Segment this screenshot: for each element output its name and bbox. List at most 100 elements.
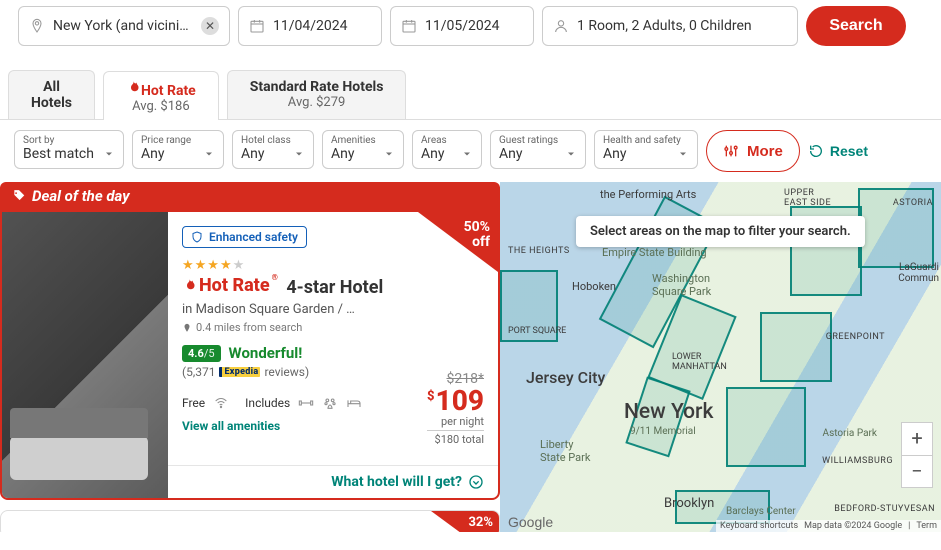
map-label: the Performing Arts [600, 188, 696, 201]
total-price: $180 total [427, 430, 484, 446]
map-terms-link[interactable]: Term [916, 521, 937, 531]
rate-tabs: All Hotels Hot Rate Avg. $186 Standard R… [0, 52, 941, 120]
rating-row: 4.6/5 Wonderful! [182, 344, 484, 362]
destination-input[interactable]: New York (and vicinit… ✕ [18, 6, 230, 46]
chevron-down-icon [461, 148, 473, 160]
chevron-down-icon [103, 148, 115, 160]
chevron-down-icon [565, 148, 577, 160]
guests-value: 1 Room, 2 Adults, 0 Children [577, 18, 752, 34]
rating-word: Wonderful! [229, 344, 303, 362]
map-label: GREENPOINT [826, 332, 885, 342]
hotel-distance: 0.4 miles from search [182, 321, 484, 334]
hotel-card[interactable]: 50%off Enhanced safety ★★★★★ Hot Rate® 4… [0, 210, 500, 500]
bed-icon [346, 395, 362, 411]
flame-icon [182, 278, 197, 293]
reset-button[interactable]: Reset [808, 130, 868, 172]
map-label: ASTORIA [893, 198, 933, 208]
map-label: New York [624, 400, 713, 424]
map-label: THE HEIGHTS [508, 246, 570, 256]
person-icon [553, 18, 569, 34]
calendar-icon [401, 18, 417, 34]
zoom-out-button[interactable]: − [902, 455, 932, 487]
guest-ratings-filter[interactable]: Guest ratings Any [490, 130, 586, 169]
map-area-poly[interactable] [760, 312, 832, 382]
map-footer: Keyboard shortcuts Map data ©2024 Google… [716, 520, 941, 532]
health-safety-filter[interactable]: Health and safety Any [594, 130, 698, 169]
map-label: LaGuardi Commun [898, 262, 939, 284]
areas-filter[interactable]: Areas Any [412, 130, 482, 169]
results-panel: Deal of the day 50%off Enhanced safety ★… [0, 182, 500, 532]
enhanced-safety-badge: Enhanced safety [182, 226, 307, 248]
hotel-title: Hot Rate® 4-star Hotel [182, 273, 484, 298]
expedia-logo: Expedia [219, 367, 260, 377]
hotel-card[interactable]: 32% [0, 510, 500, 532]
checkin-value: 11/04/2024 [273, 18, 348, 34]
map-area-poly[interactable] [726, 387, 806, 467]
zoom-in-button[interactable]: + [902, 423, 932, 455]
checkin-input[interactable]: 11/04/2024 [238, 6, 382, 46]
map-label: Barclays Center [726, 506, 796, 517]
calendar-icon [249, 18, 265, 34]
rating-score: 4.6/5 [182, 345, 221, 362]
flame-icon [126, 80, 141, 95]
map-label: Jersey City [526, 368, 605, 387]
search-button[interactable]: Search [806, 6, 906, 46]
map-label: LOWER MANHATTAN [672, 352, 727, 372]
google-logo: Google [508, 514, 553, 530]
chevron-down-icon [293, 148, 305, 160]
map-label: Astoria Park [823, 428, 877, 439]
map-zoom-controls: + − [901, 422, 933, 488]
destination-value: New York (and vicinit… [53, 18, 193, 34]
map-label: WILLIAMSBURG [822, 456, 893, 466]
discount-badge: 50%off [418, 212, 498, 272]
sliders-icon [723, 143, 739, 159]
pin-icon [29, 18, 45, 34]
more-filters-button[interactable]: More [706, 130, 800, 172]
hotel-card-body: 50%off Enhanced safety ★★★★★ Hot Rate® 4… [168, 212, 498, 498]
map[interactable]: Select areas on the map to filter your s… [500, 182, 941, 532]
reset-icon [808, 143, 824, 159]
class-filter[interactable]: Hotel class Any [232, 130, 314, 169]
amenities-filter[interactable]: Amenities Any [322, 130, 404, 169]
content-area: Deal of the day 50%off Enhanced safety ★… [0, 182, 941, 532]
chevron-circle-down-icon [468, 474, 484, 490]
tab-all-hotels[interactable]: All Hotels [8, 70, 95, 119]
map-label: PORT SQUARE [508, 326, 566, 336]
sort-filter[interactable]: Sort by Best match [14, 130, 124, 169]
wifi-icon [213, 395, 229, 411]
map-label: UPPER EAST SIDE [784, 188, 831, 208]
price-filter[interactable]: Price range Any [132, 130, 224, 169]
map-label: 9/11 Memorial [630, 426, 696, 437]
hotel-image [2, 212, 168, 498]
search-bar: New York (and vicinit… ✕ 11/04/2024 11/0… [0, 0, 941, 52]
map-label: Brooklyn [664, 496, 714, 511]
map-data-attrib: Map data ©2024 Google [804, 521, 902, 531]
chevron-down-icon [677, 148, 689, 160]
map-label: Hoboken [572, 280, 616, 293]
clear-destination-icon[interactable]: ✕ [201, 17, 219, 35]
what-hotel-link[interactable]: What hotel will I get? [168, 465, 498, 498]
deal-of-day-tag: Deal of the day [0, 182, 500, 210]
chevron-down-icon [383, 148, 395, 160]
map-label: Liberty State Park [540, 438, 590, 464]
tab-standard-rate[interactable]: Standard Rate Hotels Avg. $279 [227, 70, 407, 119]
checkout-value: 11/05/2024 [425, 18, 500, 34]
map-keyboard-shortcuts[interactable]: Keyboard shortcuts [720, 521, 798, 531]
discount-badge: 32% [429, 511, 499, 532]
map-label: BEDFORD-STUYVESAN [834, 504, 935, 514]
chevron-down-icon [203, 148, 215, 160]
tab-hot-rate[interactable]: Hot Rate Avg. $186 [103, 71, 219, 120]
gym-icon [298, 395, 314, 411]
price: $109 [427, 387, 484, 415]
filters-row: Sort by Best match Price range Any Hotel… [0, 120, 941, 182]
pet-icon [322, 395, 338, 411]
map-label: Empire State Building [602, 246, 707, 259]
hotel-location: in Madison Square Garden / … [182, 302, 484, 317]
pin-icon [182, 323, 192, 333]
guests-input[interactable]: 1 Room, 2 Adults, 0 Children [542, 6, 798, 46]
map-label: Washington Square Park [652, 272, 711, 298]
price-box: $218* $109 per night $180 total [427, 371, 484, 446]
checkout-input[interactable]: 11/05/2024 [390, 6, 534, 46]
tag-icon [12, 189, 26, 203]
shield-icon [191, 231, 203, 243]
